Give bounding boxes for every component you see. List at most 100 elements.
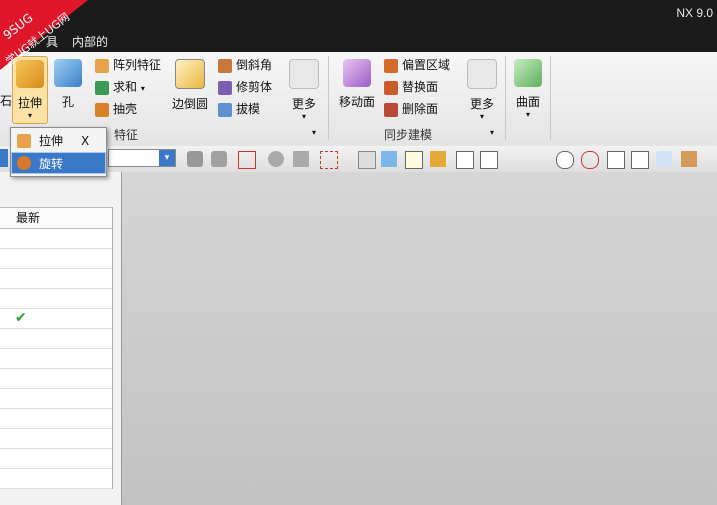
- replace-face-icon: [384, 80, 398, 95]
- dropdown-item-revolve[interactable]: 旋转: [11, 152, 106, 174]
- move-face-button[interactable]: 移动面: [336, 56, 378, 110]
- trim-body-icon: [218, 80, 232, 95]
- ribbon: 石 拉伸 ▾ 孔 阵列特征 求和 ▾ 抽壳 边倒圆 倒斜角 修剪体 拔模 更多 …: [0, 52, 717, 147]
- part-navigator: 最新 ✔: [0, 172, 122, 505]
- hole-label: 孔: [61, 95, 74, 109]
- table-row[interactable]: [0, 369, 112, 389]
- delete-face-icon: [384, 102, 398, 117]
- offset-region-label: 偏置区域: [402, 58, 451, 72]
- dropdown-item-extrude[interactable]: 拉伸 X: [11, 130, 106, 152]
- view-icon[interactable]: [358, 151, 376, 169]
- ribbon-partial-label: 石: [0, 94, 13, 108]
- title-bar: NX 9.0: [0, 0, 717, 30]
- shell-label: 抽壳: [113, 102, 138, 116]
- more-button-2[interactable]: 更多 ▾: [464, 56, 500, 121]
- surface-button[interactable]: 曲面 ▾: [510, 56, 546, 119]
- dropdown-revolve-label: 旋转: [39, 157, 64, 171]
- selection-toolbar: ▾: [0, 146, 717, 173]
- replace-face-button[interactable]: 替换面: [384, 78, 438, 96]
- table-row[interactable]: [0, 469, 112, 489]
- more-button-1[interactable]: 更多 ▾: [286, 56, 322, 121]
- unite-label: 求和: [113, 80, 138, 94]
- line-icon[interactable]: [480, 151, 498, 169]
- divider: [328, 56, 329, 140]
- box-select-icon[interactable]: [320, 151, 338, 169]
- chamfer-label: 倒斜角: [236, 58, 273, 72]
- divider: [550, 56, 551, 140]
- center-point-icon[interactable]: [556, 151, 574, 169]
- snap-icon[interactable]: [430, 151, 446, 167]
- table-row[interactable]: [0, 249, 112, 269]
- snap-points-icon[interactable]: [405, 151, 423, 169]
- chamfer-icon: [218, 58, 232, 73]
- replace-face-label: 替换面: [402, 80, 439, 94]
- filter-select[interactable]: ▾: [108, 149, 176, 167]
- intersection-icon[interactable]: [531, 151, 547, 167]
- shell-icon: [95, 102, 109, 117]
- face-icon[interactable]: [656, 151, 672, 167]
- graphics-window[interactable]: [122, 172, 717, 505]
- table-row[interactable]: [0, 329, 112, 349]
- menu-bar: 置 具 内部的: [0, 30, 717, 52]
- trim-body-button[interactable]: 修剪体: [218, 78, 272, 96]
- column-header-latest[interactable]: 最新: [0, 207, 112, 229]
- refresh-icon: [467, 59, 497, 89]
- pattern-feature-button[interactable]: 阵列特征: [95, 56, 161, 74]
- trim-body-label: 修剪体: [236, 80, 273, 94]
- line-icon[interactable]: [456, 151, 474, 169]
- draft-button[interactable]: 拔模: [218, 100, 260, 118]
- watermark-logo: 9SUG 学UG就上UG网: [0, 0, 88, 70]
- table-row[interactable]: [0, 389, 112, 409]
- grid-icon[interactable]: [681, 151, 697, 167]
- delete-face-label: 删除面: [402, 102, 439, 116]
- draft-icon: [218, 102, 232, 117]
- chevron-down-icon: ▾: [301, 112, 306, 121]
- table-row[interactable]: [0, 429, 112, 449]
- offset-region-icon: [384, 58, 398, 73]
- extrude-label: 拉伸: [17, 96, 42, 110]
- chevron-down-icon: ▾: [159, 150, 175, 166]
- snap-icon[interactable]: [268, 151, 284, 167]
- group-expand-icon[interactable]: ▾: [312, 128, 316, 137]
- line-icon[interactable]: [631, 151, 649, 169]
- edge-blend-icon: [175, 59, 205, 89]
- surface-label: 曲面: [515, 95, 540, 109]
- dropdown-extrude-label: 拉伸: [39, 134, 64, 148]
- check-icon: ✔: [15, 310, 27, 326]
- draft-label: 拔模: [236, 102, 261, 116]
- add-point-icon[interactable]: [238, 151, 256, 169]
- more-icon: [289, 59, 319, 89]
- table-row[interactable]: ✔: [0, 309, 112, 329]
- group-feature-label: 特征: [114, 128, 139, 142]
- delete-face-button[interactable]: 删除面: [384, 100, 438, 118]
- solid-icon[interactable]: [381, 151, 397, 167]
- table-row[interactable]: [0, 229, 112, 249]
- curve-icon[interactable]: [506, 151, 522, 167]
- revolve-icon: [17, 156, 31, 170]
- snap-icon[interactable]: [293, 151, 309, 167]
- unite-button[interactable]: 求和 ▾: [95, 78, 145, 96]
- quadrant-icon[interactable]: [581, 151, 599, 169]
- group-sync-label: 同步建模: [384, 128, 433, 142]
- table-row[interactable]: [0, 289, 112, 309]
- offset-region-button[interactable]: 偏置区域: [384, 56, 450, 74]
- move-face-label: 移动面: [338, 95, 375, 109]
- edge-blend-button[interactable]: 边倒圆: [170, 56, 210, 112]
- table-row[interactable]: [0, 409, 112, 429]
- chamfer-button[interactable]: 倒斜角: [218, 56, 272, 74]
- pattern-icon: [95, 58, 109, 73]
- table-row[interactable]: [0, 449, 112, 469]
- table-row[interactable]: [0, 349, 112, 369]
- chevron-down-icon: ▾: [525, 110, 530, 119]
- snap-icon[interactable]: [187, 151, 203, 167]
- snap-icon[interactable]: [211, 151, 227, 167]
- extrude-dropdown-menu: 拉伸 X 旋转: [10, 127, 107, 177]
- cross-icon[interactable]: [607, 151, 625, 169]
- filter-select-left[interactable]: [0, 149, 8, 167]
- group-expand-icon[interactable]: ▾: [490, 128, 494, 137]
- shell-button[interactable]: 抽壳: [95, 100, 137, 118]
- move-face-icon: [343, 59, 371, 87]
- navigator-table: 最新 ✔: [0, 207, 113, 489]
- table-row[interactable]: [0, 269, 112, 289]
- dropdown-extrude-shortcut: X: [81, 134, 90, 148]
